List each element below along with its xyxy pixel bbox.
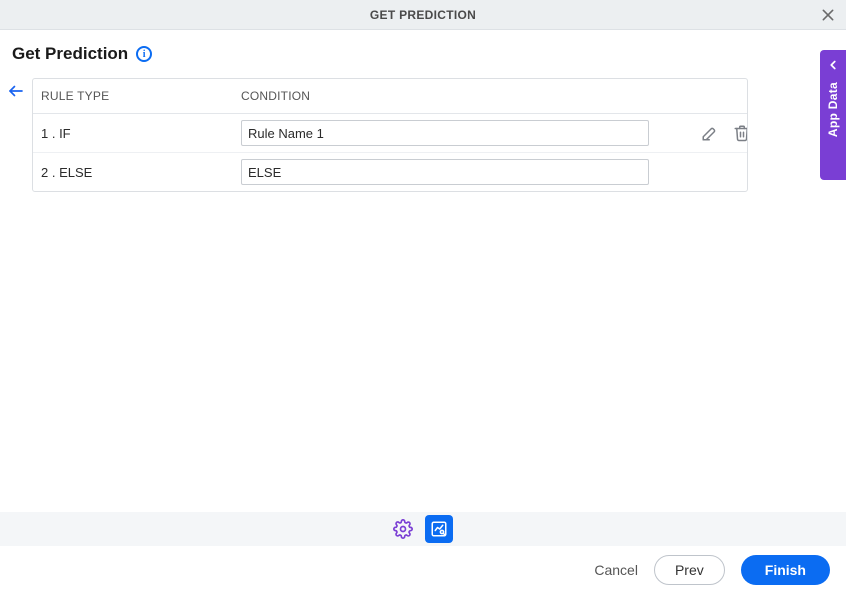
content: RULE TYPE CONDITION 1 . IF: [0, 78, 846, 192]
prev-button[interactable]: Prev: [654, 555, 725, 585]
condition-cell: [241, 159, 661, 185]
table-row: 2 . ELSE: [33, 153, 747, 191]
edit-icon: [701, 124, 719, 142]
cancel-button[interactable]: Cancel: [594, 562, 638, 578]
app-data-panel-toggle[interactable]: App Data: [820, 50, 846, 180]
finish-button[interactable]: Finish: [741, 555, 830, 585]
close-button[interactable]: [820, 7, 836, 23]
condition-cell: [241, 120, 661, 146]
rules-table: RULE TYPE CONDITION 1 . IF: [32, 78, 748, 192]
preview-button[interactable]: [425, 515, 453, 543]
gear-icon: [393, 519, 413, 539]
rule-type-cell: 1 . IF: [41, 126, 241, 141]
info-icon[interactable]: i: [136, 46, 152, 62]
col-actions: [661, 89, 748, 103]
page-header: Get Prediction i: [0, 30, 846, 64]
trash-icon: [733, 124, 748, 142]
close-icon: [820, 7, 836, 23]
topbar-title: GET PREDICTION: [370, 8, 476, 22]
rule-type-cell: 2 . ELSE: [41, 165, 241, 180]
condition-input[interactable]: [241, 120, 649, 146]
app-data-panel-label: App Data: [826, 82, 840, 137]
footer: Cancel Prev Finish: [0, 546, 846, 594]
table-row: 1 . IF: [33, 114, 747, 153]
row-actions: [661, 124, 748, 142]
delete-button[interactable]: [733, 124, 748, 142]
back-button[interactable]: [6, 82, 26, 100]
chevron-left-icon: [826, 58, 840, 72]
col-rule-type: RULE TYPE: [41, 89, 241, 103]
bottom-toolbar: [0, 512, 846, 546]
topbar: GET PREDICTION: [0, 0, 846, 30]
col-condition: CONDITION: [241, 89, 661, 103]
settings-button[interactable]: [393, 519, 413, 539]
chart-preview-icon: [430, 520, 448, 538]
arrow-left-icon: [6, 82, 26, 100]
edit-button[interactable]: [701, 124, 719, 142]
condition-input[interactable]: [241, 159, 649, 185]
page-title: Get Prediction: [12, 44, 128, 64]
rules-table-header: RULE TYPE CONDITION: [33, 79, 747, 114]
